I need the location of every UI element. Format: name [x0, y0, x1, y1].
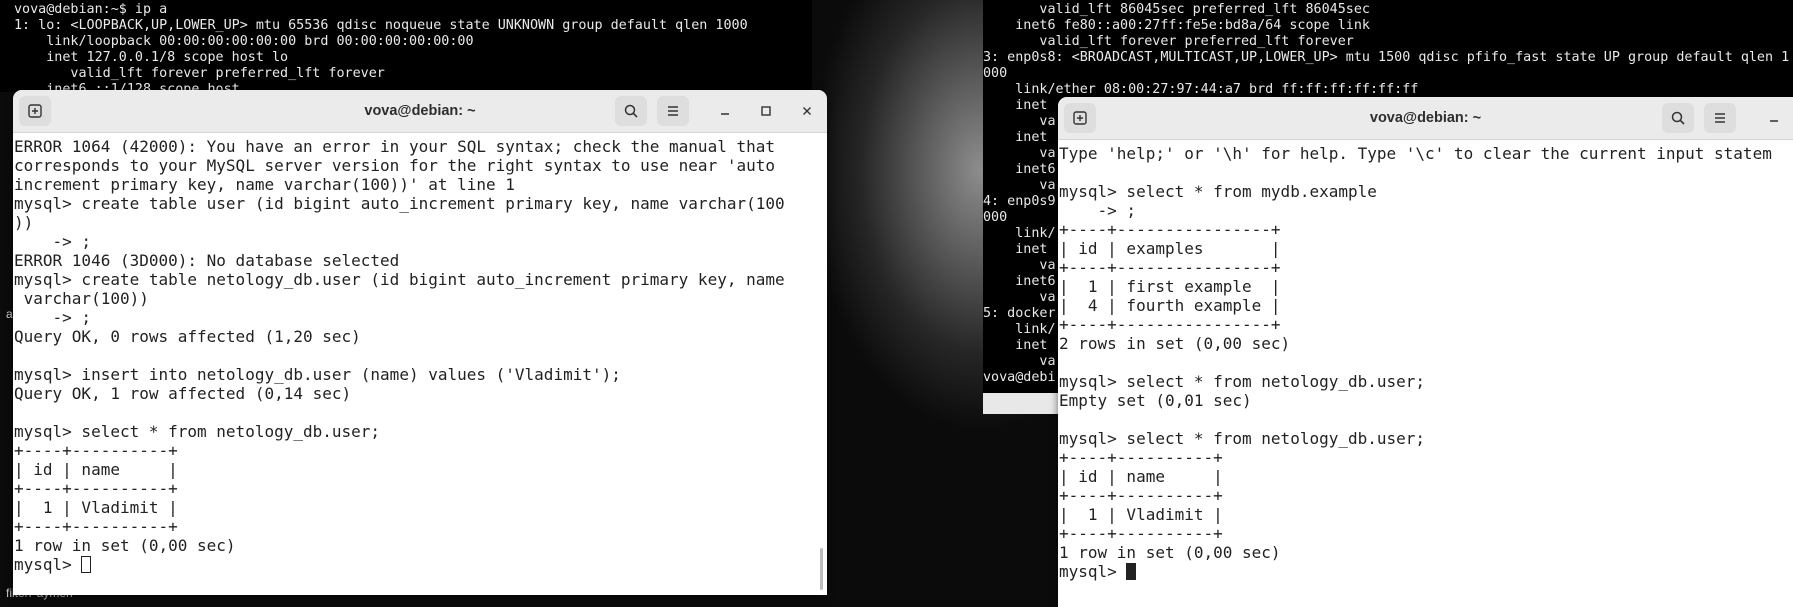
search-icon — [623, 103, 639, 119]
terminal-window-left[interactable]: vova@debian: ~ ERROR 1064 (42000): You h… — [13, 90, 827, 595]
terminal-line: 000 — [983, 66, 1008, 81]
terminal-line: -> ; — [14, 308, 92, 327]
terminal-line: mysql> select * from mydb.example — [1059, 182, 1377, 201]
minimize-button[interactable] — [1762, 106, 1786, 130]
terminal-line: +----+----------+ — [1059, 524, 1223, 543]
search-button[interactable] — [615, 96, 647, 126]
terminal-line: corresponds to your MySQL server version… — [14, 156, 775, 175]
terminal-line: +----+----------------+ — [1059, 220, 1281, 239]
menu-button[interactable] — [1704, 103, 1736, 133]
terminal-line: ERROR 1064 (42000): You have an error in… — [14, 137, 775, 156]
maximize-button[interactable] — [754, 99, 778, 123]
terminal-line: -> ; — [14, 232, 92, 251]
terminal-line: inet6 fe80::a00:27ff:fe5e:bd8a/64 scope … — [983, 18, 1370, 33]
terminal-line: mysql> create table user (id bigint auto… — [14, 194, 785, 213]
terminal-line: +----+----------+ — [1059, 448, 1223, 467]
minimize-icon — [719, 102, 731, 121]
terminal-line: mysql> select * from netology_db.user; — [1059, 372, 1426, 391]
terminal-line: 3: enp0s8: <BROADCAST,MULTICAST,UP,LOWER… — [983, 50, 1790, 65]
window-title: vova@debian: ~ — [364, 103, 476, 119]
shell-prompt: mysql> — [1059, 562, 1127, 581]
terminal-line: 1 row in set (0,00 sec) — [14, 536, 236, 555]
terminal-line: +----+----------+ — [1059, 486, 1223, 505]
terminal-line: +----+----------------+ — [1059, 315, 1281, 334]
terminal-line: +----+----------+ — [14, 441, 178, 460]
terminal-line: +----+----------------+ — [1059, 258, 1281, 277]
terminal-header-bar[interactable]: vova@debian: ~ — [13, 90, 827, 133]
terminal-line: -> ; — [1059, 201, 1137, 220]
terminal-line: | id | name | — [1059, 467, 1223, 486]
terminal-output[interactable]: Type 'help;' or '\h' for help. Type '\c'… — [1058, 140, 1793, 607]
terminal-line: mysql> select * from netology_db.user; — [14, 422, 381, 441]
terminal-line: mysql> insert into netology_db.user (nam… — [14, 365, 621, 384]
terminal-line: Query OK, 0 rows affected (1,20 sec) — [14, 327, 361, 346]
desktop-label-a: a — [6, 307, 13, 321]
terminal-line: valid_lft 86045sec preferred_lft 86045se… — [983, 2, 1370, 17]
scrollbar-thumb[interactable] — [820, 548, 823, 590]
hamburger-menu-icon — [1712, 110, 1728, 126]
terminal-line: inet 127.0.0.1/8 scope host lo — [14, 50, 289, 65]
text-cursor — [81, 556, 92, 573]
terminal-output[interactable]: ERROR 1064 (42000): You have an error in… — [13, 133, 827, 595]
terminal-line: mysql> select * from netology_db.user; — [1059, 429, 1426, 448]
search-button[interactable] — [1662, 103, 1694, 133]
terminal-line: | 1 | first example | — [1059, 277, 1281, 296]
terminal-line: +----+----------+ — [14, 479, 178, 498]
background-terminal-left[interactable]: vova@debian:~$ ip a 1: lo: <LOOPBACK,UP,L… — [0, 0, 812, 92]
terminal-line: +----+----------+ — [14, 517, 178, 536]
terminal-line: valid_lft forever preferred_lft forever — [983, 34, 1354, 49]
desktop-panel-strip — [983, 393, 1058, 414]
terminal-window-right[interactable]: vova@debian: ~ Type 'help;' or '\h' for … — [1058, 97, 1793, 607]
terminal-line: link/ether 08:00:27:97:44:a7 brd ff:ff:f… — [983, 82, 1419, 97]
minimize-icon — [1768, 109, 1780, 128]
terminal-line: | id | examples | — [1059, 239, 1281, 258]
menu-button[interactable] — [657, 96, 689, 126]
search-icon — [1670, 110, 1686, 126]
terminal-line: | 1 | Vladimit | — [14, 498, 178, 517]
terminal-line: 1 row in set (0,00 sec) — [1059, 543, 1281, 562]
terminal-header-bar[interactable]: vova@debian: ~ — [1058, 97, 1793, 140]
close-button[interactable] — [795, 99, 819, 123]
terminal-output-text: Type 'help;' or '\h' for help. Type '\c'… — [1059, 144, 1793, 562]
terminal-line: | 4 | fourth example | — [1059, 296, 1281, 315]
terminal-line: link/loopback 00:00:00:00:00:00 brd 00:0… — [14, 34, 474, 49]
terminal-line: )) — [14, 213, 34, 232]
terminal-line: mysql> create table netology_db.user (id… — [14, 270, 785, 289]
terminal-line: | id | name | — [14, 460, 178, 479]
terminal-line: varchar(100)) — [14, 289, 149, 308]
terminal-line: ERROR 1046 (3D000): No database selected — [14, 251, 400, 270]
shell-prompt: mysql> — [14, 555, 82, 574]
close-icon — [801, 102, 813, 121]
text-cursor — [1126, 563, 1137, 580]
terminal-line: Query OK, 1 row affected (0,14 sec) — [14, 384, 352, 403]
terminal-line: Empty set (0,01 sec) — [1059, 391, 1252, 410]
terminal-line: 2 rows in set (0,00 sec) — [1059, 334, 1291, 353]
terminal-line: valid_lft forever preferred_lft forever — [14, 66, 385, 81]
minimize-button[interactable] — [713, 99, 737, 123]
terminal-line: 1: lo: <LOOPBACK,UP,LOWER_UP> mtu 65536 … — [14, 18, 748, 33]
maximize-icon — [760, 102, 772, 121]
terminal-line: Type 'help;' or '\h' for help. Type '\c'… — [1059, 144, 1772, 163]
terminal-line: vova@debian:~$ ip a — [14, 2, 168, 17]
hamburger-menu-icon — [665, 103, 681, 119]
terminal-line: increment primary key, name varchar(100)… — [14, 175, 515, 194]
terminal-output-text: ERROR 1064 (42000): You have an error in… — [14, 137, 827, 555]
terminal-line: | 1 | Vladimit | — [1059, 505, 1223, 524]
